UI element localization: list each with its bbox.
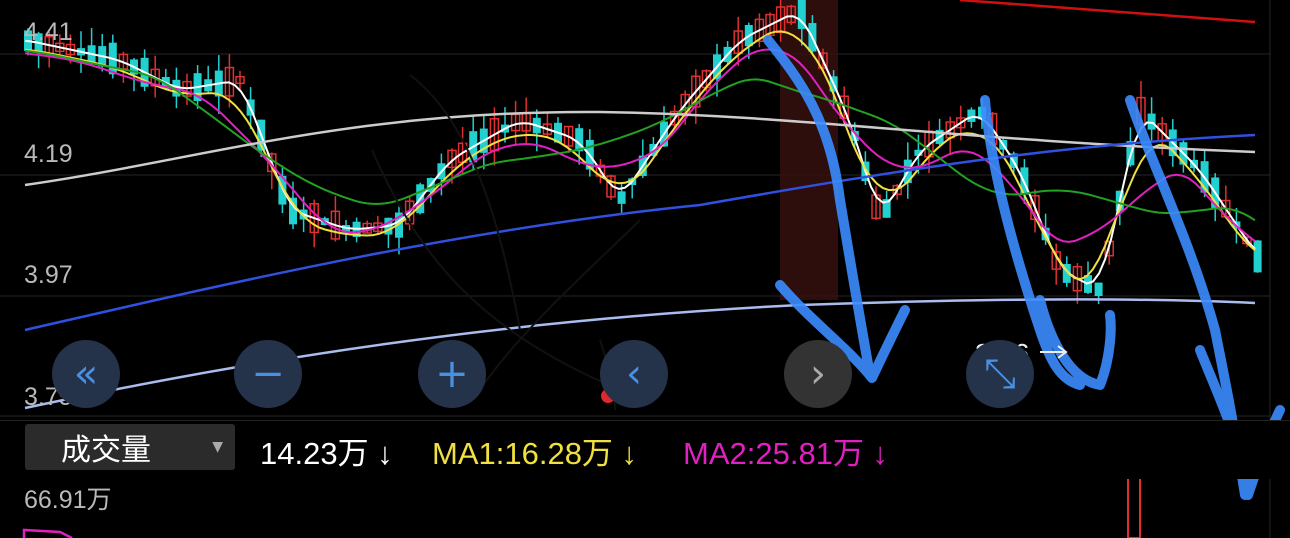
zoom-in-button[interactable]: + [418, 340, 486, 408]
ma1-value: MA1:16.28万 ↓ [432, 436, 638, 471]
scroll-left-fast-button[interactable]: « [52, 340, 120, 408]
candle-down [1094, 282, 1103, 296]
ma-magenta-line [24, 48, 1256, 243]
indicator-selector-label: 成交量 [61, 433, 151, 468]
caret-down-icon: ▼ [212, 439, 223, 455]
candle-down [1253, 240, 1262, 273]
candle-down [967, 109, 976, 122]
price-label-3: 3.97 [24, 261, 73, 289]
scroll-right-button[interactable]: › [784, 340, 852, 408]
volume-ma-line [22, 528, 73, 538]
price-label-top: 4.41 [24, 18, 73, 46]
ma-green-line [24, 49, 1256, 222]
volume-bar [1127, 477, 1141, 538]
zoom-out-button[interactable]: − [234, 340, 302, 408]
price-label-2: 4.19 [24, 140, 73, 168]
candle-down [617, 191, 626, 204]
ma-red-line [959, 0, 1256, 24]
ma2-value: MA2:25.81万 ↓ [683, 436, 889, 471]
scroll-left-button[interactable]: ‹ [600, 340, 668, 408]
indicator-selector[interactable]: 成交量 ▼ [25, 424, 235, 470]
fullscreen-button[interactable]: ⤡ [966, 340, 1034, 408]
candle-down [1147, 113, 1156, 130]
volume-axis-max: 66.91万 [24, 486, 112, 514]
volume-value: 14.23万 ↓ [260, 436, 393, 471]
